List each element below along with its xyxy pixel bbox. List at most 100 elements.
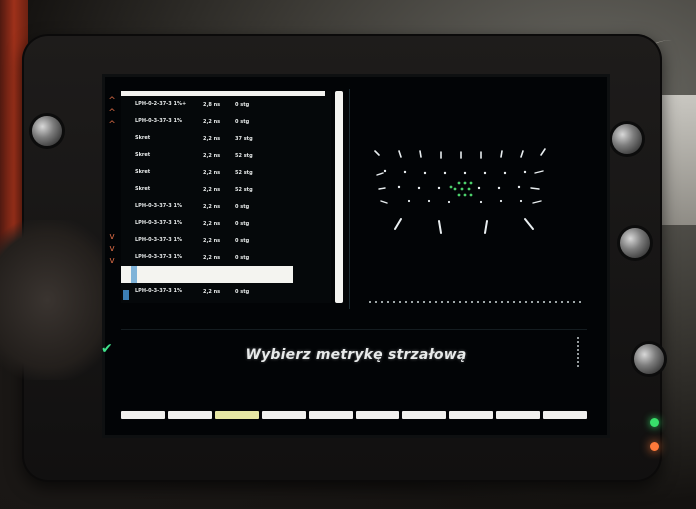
pattern-point [443,171,447,175]
softkey-7[interactable] [402,411,447,419]
pattern-plot-svg [374,148,546,234]
pattern-center-point [463,181,467,185]
pattern-point [427,199,431,203]
pattern-stroke [524,218,534,230]
list-item[interactable]: Skret 2,2 ns 37 stg [121,130,331,147]
device-screen: ^ ^ ^ v v v LPH-0-2-37-3 1%+ 2,8 ns 0 stg L… [101,74,610,438]
pattern-point [517,185,521,189]
list-item-value-2: 0 stg [235,237,250,244]
pattern-tick [378,187,386,190]
list-item-value-2: 37 stg [235,135,253,142]
chevron-icon: v [109,232,115,242]
pattern-point [447,200,451,204]
list-item[interactable]: LPH-0-3-37-3 1% 2,2 ns 0 stg [121,232,331,249]
pattern-point [463,171,467,175]
metric-list: LPH-0-2-37-3 1%+ 2,8 ns 0 stg LPH-0-3-37-3 … [121,91,331,303]
pattern-point [483,171,487,175]
selection-marker [123,290,129,300]
list-item-value-1: 2,2 ns [203,152,221,159]
pattern-tick [532,200,542,204]
list-item[interactable]: LPH-0-3-37-3 1% 2,2 ns 0 stg [121,215,331,232]
instruction-message: Wybierz metrykę strzałową [245,347,467,363]
pattern-center-point [457,181,461,185]
pattern-point [417,186,421,190]
pattern-tick [419,150,422,158]
pattern-tick [530,187,540,190]
list-item-value-2: 0 stg [235,101,250,108]
pattern-center-point [460,187,464,191]
chevron-icon: v [109,244,115,254]
pattern-tick [374,150,380,156]
pattern-tick [376,172,384,176]
pattern-center-point [463,193,467,197]
softkey-3[interactable] [214,411,259,419]
softkey-4[interactable] [261,411,306,419]
right-knob-top[interactable] [612,124,642,154]
pattern-point [523,170,527,174]
list-item[interactable] [121,266,293,283]
list-item[interactable]: LPH-0-3-37-3 1% 2,2 ns 0 stg [121,283,331,300]
softkey-9[interactable] [496,411,541,419]
panel-divider [349,89,350,309]
pattern-center-point [469,193,473,197]
softkey-1[interactable] [121,411,165,419]
pattern-stroke [438,220,442,234]
list-item-value-2: 0 stg [235,288,250,295]
pattern-point [383,169,387,173]
pattern-tick [540,148,546,156]
pattern-tick [534,170,544,174]
list-item-name: Skret [135,135,151,141]
list-item-name: Skret [135,169,151,175]
list-item[interactable]: LPH-0-2-37-3 1%+ 2,8 ns 0 stg [121,96,331,113]
softkey-8[interactable] [449,411,494,419]
softkey-5[interactable] [308,411,353,419]
list-item[interactable]: Skret 2,2 ns 52 stg [121,181,331,198]
softkey-2[interactable] [167,411,212,419]
pattern-center-point [457,193,461,197]
pattern-point [477,186,481,190]
pattern-center-point [467,187,471,191]
softkey-10[interactable] [543,411,587,419]
list-item-name: Skret [135,152,151,158]
pattern-point [499,199,503,203]
list-item[interactable]: LPH-0-3-37-3 1% 2,2 ns 0 stg [121,249,331,266]
chevron-icon: v [109,256,115,266]
list-item[interactable]: Skret 2,2 ns 52 stg [121,147,331,164]
list-item-value-2: 0 stg [235,118,250,125]
status-led-green [650,418,659,427]
chevron-icon: ^ [108,108,116,118]
list-item-value-2: 0 stg [235,254,250,261]
list-item-name: LPH-0-3-37-3 1% [135,220,182,226]
list-scrollbar[interactable] [335,91,343,303]
list-item[interactable]: LPH-0-3-37-3 1% 2,2 ns 0 stg [121,198,331,215]
right-knob-bottom[interactable] [634,344,664,374]
softkey-6[interactable] [355,411,400,419]
right-knob-middle[interactable] [620,228,650,258]
left-knob[interactable] [32,116,62,146]
softkey-bar [121,411,587,419]
pattern-plot [355,91,593,303]
list-item-value-1: 2,2 ns [203,237,221,244]
list-item-value-1: 2,2 ns [203,203,221,210]
list-item-value-1: 2,2 ns [203,135,221,142]
list-item-value-2: 52 stg [235,169,253,176]
list-item-value-1: 2,2 ns [203,254,221,261]
list-item[interactable]: LPH-0-3-37-3 1% 2,2 ns 0 stg [121,113,331,130]
status-led-orange [650,442,659,451]
pattern-tick [380,200,388,204]
list-item[interactable]: Skret 2,2 ns 52 stg [121,164,331,181]
pattern-center-point [453,187,457,191]
pattern-tick [520,150,524,158]
list-item-name: LPH-0-3-37-3 1% [135,254,182,260]
pattern-point [407,199,411,203]
list-item-name: LPH-0-3-37-3 1% [135,118,182,124]
pattern-point [403,170,407,174]
pattern-point [519,199,523,203]
pattern-point [397,185,401,189]
list-item-value-1: 2,2 ns [203,118,221,125]
list-item-value-1: 2,2 ns [203,288,221,295]
side-indicator [577,337,589,367]
side-chevrons: ^ ^ ^ v v v [107,95,117,295]
pattern-center-point [449,185,453,189]
pattern-point [503,171,507,175]
